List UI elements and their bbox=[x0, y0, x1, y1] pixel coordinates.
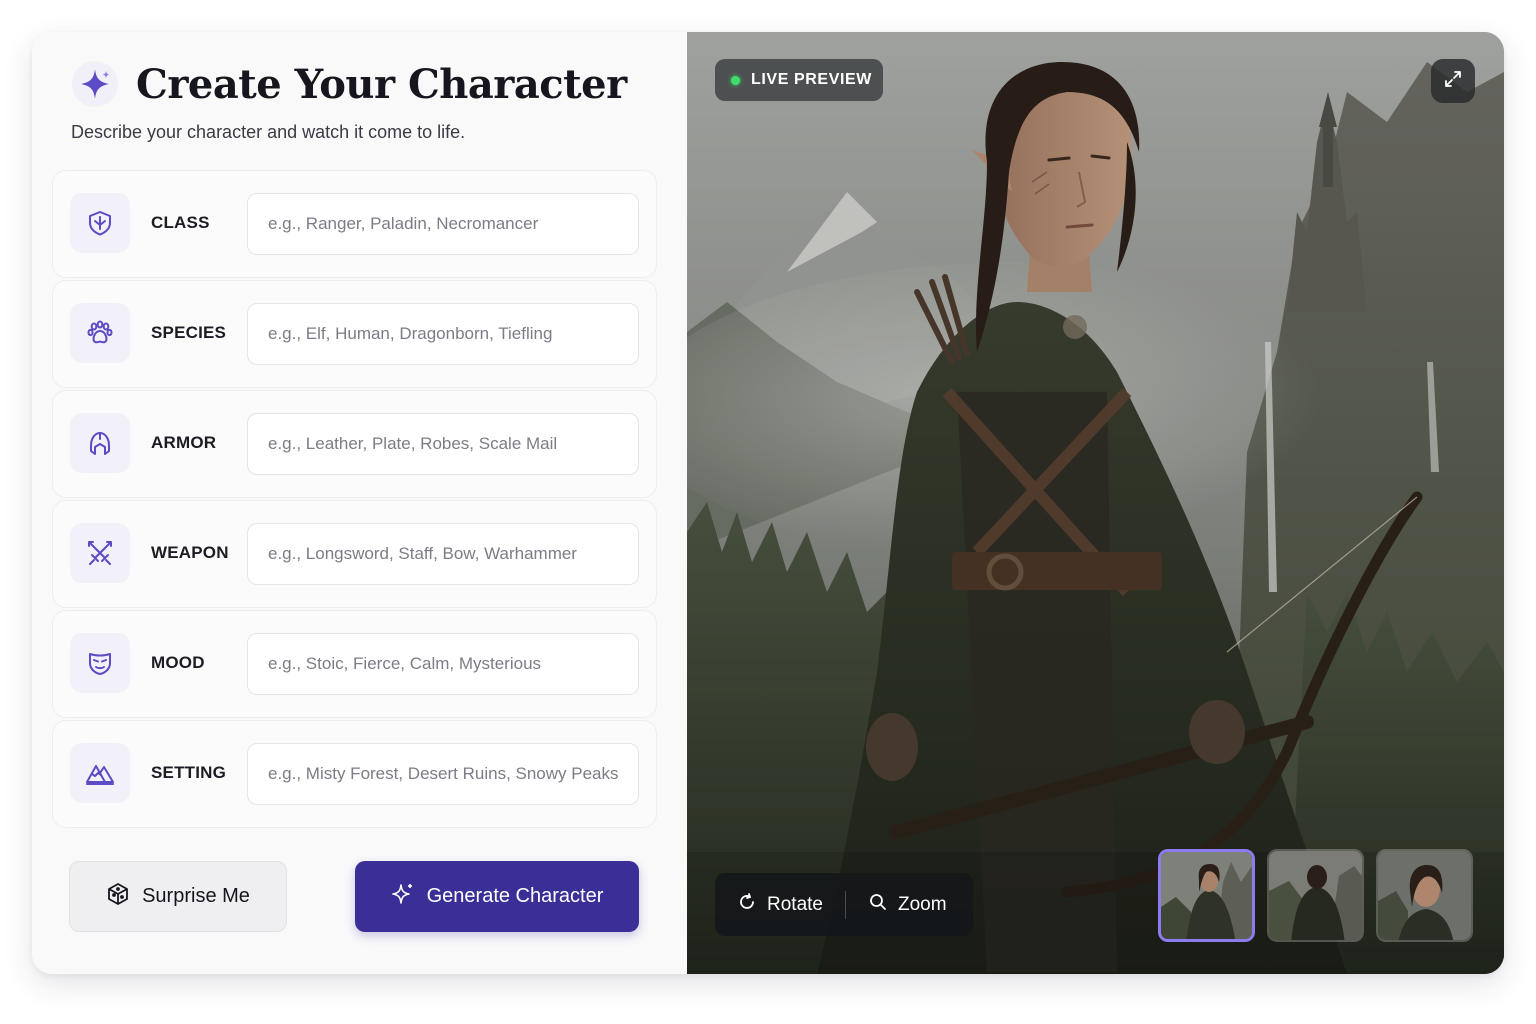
paw-icon bbox=[70, 303, 130, 363]
mood-input[interactable] bbox=[247, 633, 639, 695]
rotate-button[interactable]: Rotate bbox=[737, 892, 823, 918]
field-mood: MOOD bbox=[52, 610, 657, 718]
surprise-me-label: Surprise Me bbox=[142, 885, 250, 907]
shield-icon bbox=[70, 193, 130, 253]
rotate-icon bbox=[737, 892, 757, 918]
field-label: CLASS bbox=[151, 213, 210, 232]
expand-button[interactable] bbox=[1431, 59, 1475, 103]
surprise-me-button[interactable]: Surprise Me bbox=[69, 861, 287, 932]
field-label: SETTING bbox=[151, 763, 227, 782]
character-preview-image bbox=[687, 32, 1504, 974]
generate-character-button[interactable]: Generate Character bbox=[355, 861, 639, 932]
expand-icon bbox=[1443, 69, 1463, 94]
setting-input[interactable] bbox=[247, 743, 639, 805]
page-title: Create Your Character bbox=[136, 60, 627, 108]
character-form-panel: Create Your Character Describe your char… bbox=[32, 32, 687, 974]
helmet-icon bbox=[70, 413, 130, 473]
live-preview-badge: LIVE PREVIEW bbox=[715, 59, 883, 101]
thumbnail-1[interactable] bbox=[1158, 849, 1255, 942]
armor-input[interactable] bbox=[247, 413, 639, 475]
live-preview-panel: LIVE PREVIEW Rotate Zoom bbox=[687, 32, 1504, 974]
cube-icon bbox=[106, 882, 130, 912]
field-class: CLASS bbox=[52, 170, 657, 278]
field-armor: ARMOR bbox=[52, 390, 657, 498]
field-species: SPECIES bbox=[52, 280, 657, 388]
search-icon bbox=[868, 892, 888, 918]
live-status-dot bbox=[731, 75, 740, 85]
field-label: WEAPON bbox=[151, 543, 229, 562]
sparkle-icon bbox=[72, 61, 118, 107]
species-input[interactable] bbox=[247, 303, 639, 365]
rotate-label: Rotate bbox=[767, 893, 823, 915]
field-label: ARMOR bbox=[151, 433, 217, 452]
mountain-icon bbox=[70, 743, 130, 803]
page-subtitle: Describe your character and watch it com… bbox=[71, 122, 466, 142]
field-weapon: WEAPON bbox=[52, 500, 657, 608]
zoom-button[interactable]: Zoom bbox=[868, 892, 947, 918]
field-label: MOOD bbox=[151, 653, 205, 672]
weapon-input[interactable] bbox=[247, 523, 639, 585]
zoom-label: Zoom bbox=[897, 893, 947, 915]
thumbnail-3[interactable] bbox=[1376, 849, 1473, 942]
generate-character-label: Generate Character bbox=[426, 885, 604, 907]
character-creator-card: Create Your Character Describe your char… bbox=[32, 32, 1504, 974]
thumbnail-2[interactable] bbox=[1267, 849, 1364, 942]
field-setting: SETTING bbox=[52, 720, 657, 828]
sparkle-icon bbox=[391, 882, 415, 912]
mask-icon bbox=[70, 633, 130, 693]
controls-divider bbox=[844, 890, 846, 919]
crossed-swords-icon bbox=[70, 523, 130, 583]
field-label: SPECIES bbox=[151, 323, 227, 342]
preview-controls: Rotate Zoom bbox=[715, 873, 973, 936]
class-input[interactable] bbox=[247, 193, 639, 255]
live-preview-label: LIVE PREVIEW bbox=[751, 71, 872, 88]
title-row: Create Your Character bbox=[72, 60, 627, 108]
